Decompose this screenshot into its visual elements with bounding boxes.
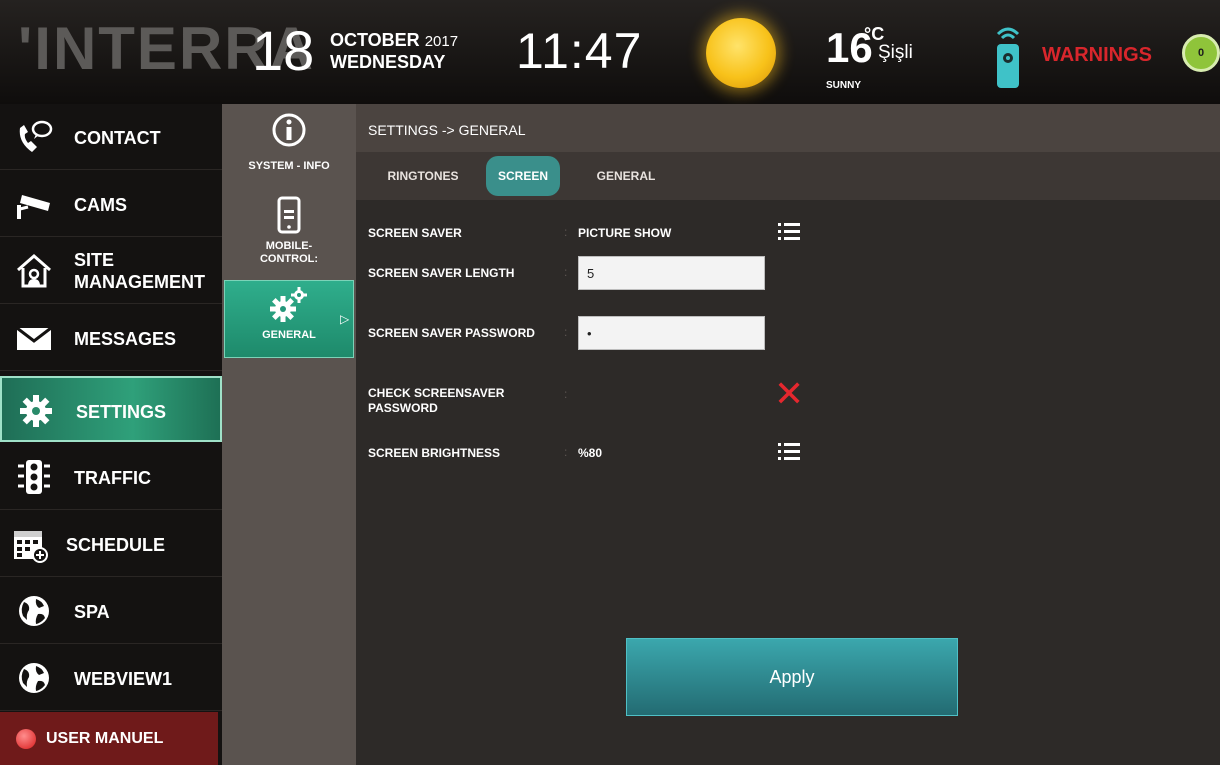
traffic-light-icon (18, 460, 50, 494)
submenu-label-line: MOBILE- (265, 240, 313, 252)
tab-screen[interactable]: SCREEN (486, 156, 560, 196)
date-month: OCTOBER (330, 30, 420, 50)
screen-saver-length-input[interactable]: 5 (578, 256, 765, 290)
phone-chat-icon (19, 120, 53, 152)
menu-label-webview1: WEBVIEW1 (74, 669, 173, 689)
menu-label-cams: CAMS (74, 195, 127, 215)
menu-label-settings: SETTINGS (76, 402, 167, 422)
remote-icon[interactable] (990, 22, 1026, 92)
date-month-year: OCTOBER 2017 (330, 30, 458, 51)
calendar-icon (14, 531, 48, 563)
menu-item-traffic[interactable]: TRAFFIC (0, 444, 222, 510)
separator-colon: : (564, 265, 568, 279)
top-bar: 'INTERRA 18 OCTOBER 2017 WEDNESDAY 11:47… (0, 0, 1220, 104)
menu-item-cams[interactable]: CAMS (0, 171, 222, 237)
record-dot-icon (16, 729, 36, 749)
submenu-label: MOBILE- CONTROL: (222, 240, 356, 266)
menu-label-line: MANAGEMENT (74, 272, 205, 292)
unchecked-cross-icon[interactable]: ✕ (774, 376, 804, 412)
submenu-item-general[interactable]: GENERAL (224, 280, 354, 358)
settings-submenu: SYSTEM - INFO MOBILE- CONTROL: GENERAL ▷ (222, 104, 356, 765)
submenu-label: GENERAL (262, 329, 316, 341)
warnings-label[interactable]: WARNINGS (1042, 44, 1152, 67)
sun-icon (706, 18, 776, 88)
separator-colon: : (564, 445, 568, 459)
menu-item-schedule[interactable]: SCHEDULE (0, 511, 222, 577)
house-icon (17, 254, 51, 288)
user-manual-label: USER MANUEL (46, 730, 164, 747)
warnings-count-badge[interactable]: 0 (1182, 34, 1220, 72)
submenu-item-mobile-control[interactable]: MOBILE- CONTROL: (222, 196, 356, 274)
menu-label-traffic: TRAFFIC (74, 468, 151, 488)
city-name: Şişli (878, 42, 913, 63)
tab-general[interactable]: GENERAL (576, 156, 676, 196)
info-icon (272, 113, 306, 147)
submenu-label: SYSTEM - INFO (248, 160, 330, 172)
gear-icon (20, 395, 52, 427)
submenu-label-line: CONTROL: (259, 253, 319, 265)
list-icon[interactable] (778, 222, 800, 240)
breadcrumb: SETTINGS -> GENERAL (368, 122, 526, 138)
tab-ringtones[interactable]: RINGTONES (368, 156, 478, 196)
menu-item-messages[interactable]: MESSAGES (0, 305, 222, 371)
mobile-icon (277, 196, 301, 234)
date-day: 18 (252, 19, 315, 82)
menu-label-site-management: SITE MANAGEMENT (74, 249, 205, 293)
list-icon[interactable] (778, 442, 800, 460)
user-manual-button[interactable]: USER MANUEL (0, 712, 218, 765)
date-weekday: WEDNESDAY (330, 52, 446, 72)
menu-item-spa[interactable]: SPA (0, 578, 222, 644)
clock: 11:47 (516, 23, 643, 79)
screen-saver-password-input[interactable]: • (578, 316, 765, 350)
submenu-item-system-info[interactable]: SYSTEM - INFO (222, 112, 356, 184)
envelope-icon (16, 326, 52, 350)
menu-item-contact[interactable]: CONTACT (0, 104, 222, 170)
date-year: 2017 (424, 33, 459, 50)
menu-label-contact: CONTACT (74, 128, 161, 148)
menu-label-messages: MESSAGES (74, 329, 177, 349)
globe-icon (19, 663, 49, 693)
settings-panel: SETTINGS -> GENERAL RINGTONES SCREEN GEN… (356, 104, 1220, 765)
app-root: 'INTERRA 18 OCTOBER 2017 WEDNESDAY 11:47… (0, 0, 1220, 765)
menu-item-settings[interactable]: SETTINGS (0, 376, 222, 442)
label-line: CHECK SCREENSAVER (368, 386, 505, 400)
separator-colon: : (564, 325, 568, 339)
screen-saver-value: PICTURE SHOW (578, 226, 672, 240)
tab-bar: RINGTONES SCREEN GENERAL (356, 152, 1220, 200)
separator-colon: : (564, 387, 568, 401)
active-pointer-icon: ▷ (340, 312, 350, 326)
gears-icon (270, 287, 307, 322)
separator-colon: : (564, 225, 568, 239)
screen-brightness-label: SCREEN BRIGHTNESS (368, 446, 501, 460)
screen-brightness-value: %80 (578, 446, 603, 460)
camera-icon (17, 195, 50, 219)
screen-saver-password-label: SCREEN SAVER PASSWORD (368, 326, 535, 340)
menu-item-site-management[interactable]: SITE MANAGEMENT (0, 238, 222, 304)
main-menu: CONTACT CAMS SITE MANAGEMENT MESSAGES SE… (0, 104, 222, 765)
breadcrumb-bar: SETTINGS -> GENERAL (356, 104, 1220, 152)
weather-condition: SUNNY (826, 80, 862, 91)
screen-saver-length-label: SCREEN SAVER LENGTH (368, 266, 515, 280)
menu-item-webview1[interactable]: WEBVIEW1 (0, 645, 222, 711)
menu-label-schedule: SCHEDULE (66, 535, 166, 555)
apply-button[interactable]: Apply (626, 638, 958, 716)
globe-icon (19, 596, 49, 626)
menu-label-line: SITE (74, 250, 115, 270)
menu-label-spa: SPA (74, 602, 110, 622)
check-screensaver-password-label: CHECK SCREENSAVER PASSWORD (368, 386, 504, 416)
label-line: PASSWORD (368, 401, 438, 415)
screen-saver-label: SCREEN SAVER (368, 226, 462, 240)
